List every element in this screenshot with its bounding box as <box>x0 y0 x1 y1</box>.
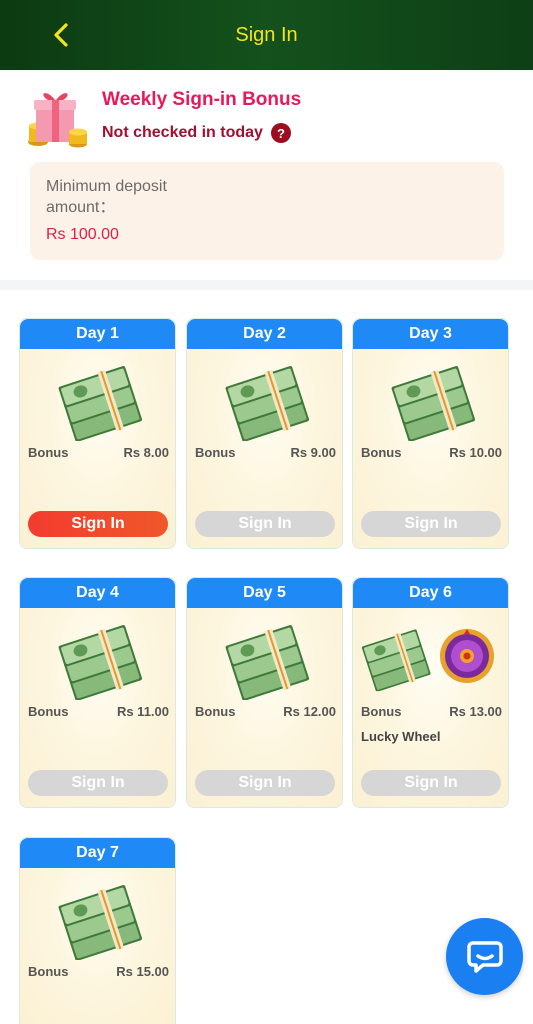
reward-label: Bonus <box>195 445 236 460</box>
chat-icon <box>466 940 503 973</box>
reward-value: Rs 12.00 <box>283 704 336 719</box>
day-body: Bonus Rs 15.00 <box>20 868 175 1024</box>
sign-in-button[interactable]: Sign In <box>361 511 501 537</box>
day-body: Bonus Rs 10.00 Sign In <box>353 349 508 548</box>
reward-label: Bonus <box>28 704 69 719</box>
money-stack-icon <box>222 363 312 441</box>
bonus-title: Weekly Sign-in Bonus <box>102 89 302 110</box>
top-bar: Sign In <box>0 0 533 70</box>
day-body: Bonus Rs 11.00 Sign In <box>20 608 175 807</box>
page-title: Sign In <box>235 23 298 46</box>
reward-label: Bonus <box>28 964 69 979</box>
day-body: Bonus Rs 9.00 Sign In <box>187 349 342 548</box>
day-card-5: Day 5 Bonus Rs 12.00 Sign In <box>186 577 343 808</box>
checkin-status-text: Not checked in today <box>102 124 263 141</box>
day-label: Day 1 <box>20 319 175 349</box>
reward-label: Bonus <box>361 445 402 460</box>
reward-value: Rs 8.00 <box>123 445 169 460</box>
extra-reward-label: Lucky Wheel <box>361 729 441 744</box>
money-stack-icon <box>55 882 145 960</box>
day-label: Day 2 <box>187 319 342 349</box>
day-label: Day 6 <box>353 578 508 608</box>
reward-value: Rs 13.00 <box>449 704 502 719</box>
reward-label: Bonus <box>361 704 402 719</box>
money-stack-icon <box>222 622 312 700</box>
chevron-left-icon <box>54 23 68 47</box>
reward-value: Rs 11.00 <box>116 704 169 719</box>
sign-in-button[interactable]: Sign In <box>195 770 335 796</box>
day-body: Bonus Rs 13.00 Lucky Wheel Sign In <box>353 608 508 807</box>
day-card-7: Day 7 Bonus Rs 15.00 <box>19 837 176 1024</box>
sign-in-button[interactable]: Sign In <box>28 511 168 537</box>
deposit-value: Rs 100.00 <box>46 226 119 243</box>
reward-label: Bonus <box>195 704 236 719</box>
day-label: Day 5 <box>187 578 342 608</box>
day-body: Bonus Rs 8.00 Sign In <box>20 349 175 548</box>
money-stack-icon <box>359 626 433 692</box>
reward-value: Rs 10.00 <box>449 445 502 460</box>
day-card-2: Day 2 Bonus Rs 9.00 Sign In <box>186 318 343 549</box>
day-label: Day 7 <box>20 838 175 868</box>
money-stack-icon <box>55 363 145 441</box>
reward-label: Bonus <box>28 445 69 460</box>
reward-value: Rs 9.00 <box>290 445 336 460</box>
chat-button[interactable] <box>446 918 523 995</box>
bonus-header: Weekly Sign-in Bonus Not checked in toda… <box>0 70 533 280</box>
day-label: Day 3 <box>353 319 508 349</box>
day-card-6: Day 6 Bonus Rs 13.00 Lucky Wheel Sign In <box>352 577 509 808</box>
deposit-box: Minimum deposit amount： Rs 100.00 <box>30 162 504 260</box>
gift-icon <box>28 93 87 148</box>
money-stack-icon <box>55 622 145 700</box>
day-card-4: Day 4 Bonus Rs 11.00 Sign In <box>19 577 176 808</box>
sign-in-button[interactable]: Sign In <box>195 511 335 537</box>
sign-in-button[interactable]: Sign In <box>361 770 501 796</box>
checkin-status: Not checked in today ? <box>102 123 291 143</box>
lucky-wheel-icon <box>440 629 494 683</box>
day-card-3: Day 3 Bonus Rs 10.00 Sign In <box>352 318 509 549</box>
deposit-label: Minimum deposit amount： <box>46 178 167 216</box>
question-icon[interactable]: ? <box>270 123 291 143</box>
money-stack-icon <box>388 363 478 441</box>
reward-value: Rs 15.00 <box>116 964 169 979</box>
day-body: Bonus Rs 12.00 Sign In <box>187 608 342 807</box>
back-button[interactable] <box>44 18 78 52</box>
sign-in-button[interactable]: Sign In <box>28 770 168 796</box>
day-label: Day 4 <box>20 578 175 608</box>
day-card-1: Day 1 Bonus Rs 8.00 Sign In <box>19 318 176 549</box>
